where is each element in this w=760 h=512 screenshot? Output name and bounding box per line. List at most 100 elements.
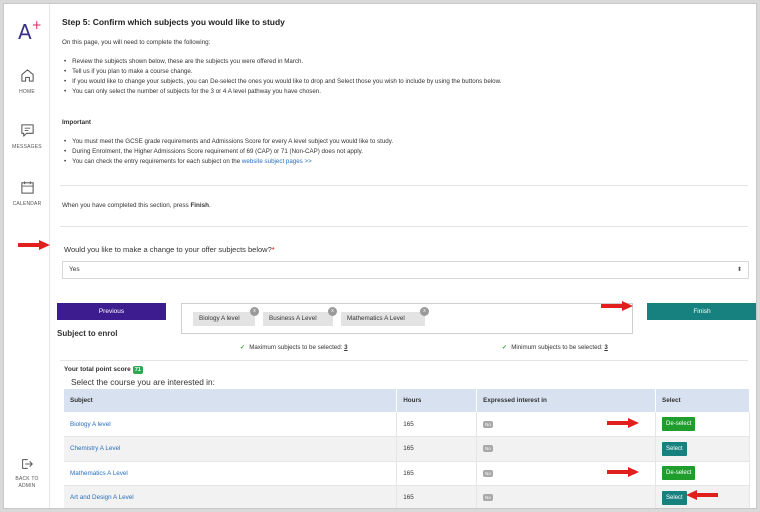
change-answer-select[interactable]: Yes ⬍ bbox=[62, 261, 749, 279]
interest-badge: No bbox=[483, 445, 493, 453]
list-item: You can check the entry requirements for… bbox=[64, 157, 393, 167]
chip-label: Biology A level bbox=[199, 315, 240, 322]
column-header-hours: Hours bbox=[396, 389, 478, 412]
table-row: Art and Design A Level 165 No Select bbox=[64, 485, 750, 508]
rule-text: Maximum subjects to be selected: bbox=[249, 344, 343, 351]
table-row: Mathematics A Level 165 No De-select bbox=[64, 461, 750, 486]
hours-cell: 165 bbox=[396, 485, 478, 508]
page-title: Step 5: Confirm which subjects you would… bbox=[62, 17, 285, 27]
sidebar-item-calendar[interactable]: CALENDAR bbox=[4, 180, 50, 207]
sidebar-item-label: CALENDAR bbox=[12, 201, 42, 207]
back-label-line-1: BACK TO bbox=[15, 476, 39, 482]
score-label: Your total point score bbox=[64, 366, 131, 373]
sidebar-item-home[interactable]: HOME bbox=[4, 68, 50, 95]
select-button[interactable]: Select bbox=[662, 490, 687, 505]
list-item: Tell us if you plan to make a course cha… bbox=[64, 67, 501, 77]
finish-button[interactable]: Finish bbox=[647, 303, 756, 320]
subject-link[interactable]: Art and Design A Level bbox=[64, 485, 398, 508]
subjects-table: Subject Hours Expressed interest in Sele… bbox=[64, 389, 750, 508]
sidebar-item-back-to-admin[interactable]: BACK TO ADMIN bbox=[4, 457, 50, 489]
annotation-arrow-right-icon bbox=[607, 467, 639, 477]
hours-cell: 165 bbox=[396, 436, 478, 462]
deselect-button[interactable]: De-select bbox=[662, 466, 696, 481]
annotation-arrow-right-icon bbox=[18, 240, 50, 250]
logo-plus: + bbox=[31, 18, 42, 33]
important-heading: Important bbox=[62, 119, 92, 126]
subject-chip: Business A Level x bbox=[263, 307, 337, 326]
divider bbox=[60, 185, 748, 186]
list-item: You must meet the GCSE grade requirement… bbox=[64, 137, 393, 147]
list-item: During Enrolment, the Higher Admissions … bbox=[64, 147, 393, 157]
interest-cell: No bbox=[476, 436, 657, 462]
sidebar: A+ HOME MESSAGES CALENDAR BACK TO ADMIN bbox=[4, 4, 50, 508]
check-icon: ✓ bbox=[502, 344, 508, 351]
finish-note: When you have completed this section, pr… bbox=[62, 201, 211, 212]
logo-letter: A bbox=[18, 20, 32, 44]
list-item: If you would like to change your subject… bbox=[64, 77, 501, 87]
column-header-subject: Subject bbox=[64, 389, 398, 412]
select-button[interactable]: Select bbox=[662, 441, 687, 456]
change-question-label: Would you like to make a change to your … bbox=[64, 245, 275, 254]
message-icon bbox=[20, 124, 34, 137]
finish-note-bold: Finish bbox=[190, 202, 209, 209]
chip-label: Mathematics A Level bbox=[347, 315, 405, 322]
selected-subjects-box: Biology A level x Business A Level x Mathe… bbox=[181, 303, 633, 334]
interest-badge: No bbox=[483, 469, 493, 477]
table-header-row: Subject Hours Expressed interest in Sele… bbox=[64, 389, 750, 412]
required-marker: * bbox=[271, 245, 275, 254]
subject-link[interactable]: Biology A level bbox=[64, 412, 398, 437]
total-point-score: Your total point score 71 bbox=[64, 366, 143, 374]
instructions-list: Review the subjects shown below, these a… bbox=[64, 57, 501, 97]
subject-chip: Biology A level x bbox=[193, 307, 259, 326]
rule-text: Minimum subjects to be selected: bbox=[511, 344, 603, 351]
column-header-interest: Expressed interest in bbox=[476, 389, 657, 412]
hours-cell: 165 bbox=[396, 412, 478, 437]
logout-icon bbox=[22, 459, 33, 469]
select-cell: De-select bbox=[655, 461, 750, 486]
subject-chip: Mathematics A Level x bbox=[341, 307, 429, 326]
score-badge: 71 bbox=[132, 366, 143, 374]
website-subject-pages-link[interactable]: website subject pages >> bbox=[242, 158, 312, 165]
sidebar-item-label: HOME bbox=[19, 89, 35, 95]
back-label-line-2: ADMIN bbox=[18, 483, 36, 489]
selected-value: Yes bbox=[69, 266, 80, 273]
annotation-arrow-right-icon bbox=[607, 418, 639, 428]
list-item: You can only select the number of subjec… bbox=[64, 87, 501, 97]
annotation-arrow-left-icon bbox=[686, 490, 718, 500]
rule-value: 3 bbox=[604, 344, 608, 351]
divider bbox=[60, 226, 748, 227]
app-logo[interactable]: A+ bbox=[18, 18, 42, 44]
sidebar-item-label: MESSAGES bbox=[12, 144, 42, 150]
select-cell: De-select bbox=[655, 412, 750, 437]
divider bbox=[60, 360, 748, 361]
subject-link[interactable]: Mathematics A Level bbox=[64, 461, 398, 486]
interest-badge: No bbox=[483, 494, 493, 502]
chip-close-icon[interactable]: x bbox=[420, 307, 429, 316]
interest-badge: No bbox=[483, 420, 493, 428]
main-content: Step 5: Confirm which subjects you would… bbox=[50, 4, 756, 508]
subject-link[interactable]: Chemistry A Level bbox=[64, 436, 398, 462]
select-caret-icon: ⬍ bbox=[736, 267, 742, 273]
chip-close-icon[interactable]: x bbox=[328, 307, 337, 316]
finish-note-suffix: . bbox=[209, 202, 211, 209]
chip-label: Business A Level bbox=[269, 315, 317, 322]
list-item: Review the subjects shown below, these a… bbox=[64, 57, 501, 67]
select-cell: Select bbox=[655, 436, 750, 462]
chip-close-icon[interactable]: x bbox=[250, 307, 259, 316]
question-text: Would you like to make a change to your … bbox=[64, 245, 272, 254]
important-list: You must meet the GCSE grade requirement… bbox=[64, 137, 393, 167]
annotation-arrow-right-icon bbox=[601, 301, 633, 311]
rule-value: 3 bbox=[344, 344, 348, 351]
link-bullet-text: You can check the entry requirements for… bbox=[72, 158, 242, 165]
hours-cell: 165 bbox=[396, 461, 478, 486]
table-row: Biology A level 165 No De-select bbox=[64, 412, 750, 437]
sidebar-item-messages[interactable]: MESSAGES bbox=[4, 123, 50, 150]
course-prompt: Select the course you are interested in: bbox=[71, 377, 215, 387]
deselect-button[interactable]: De-select bbox=[662, 417, 696, 431]
previous-button[interactable]: Previous bbox=[57, 303, 166, 320]
finish-note-prefix: When you have completed this section, pr… bbox=[62, 202, 191, 209]
interest-cell: No bbox=[476, 485, 657, 508]
min-subjects-rule: ✓ Minimum subjects to be selected: 3 bbox=[502, 344, 608, 351]
intro-text: On this page, you will need to complete … bbox=[62, 39, 211, 46]
column-header-select: Select bbox=[655, 389, 750, 412]
